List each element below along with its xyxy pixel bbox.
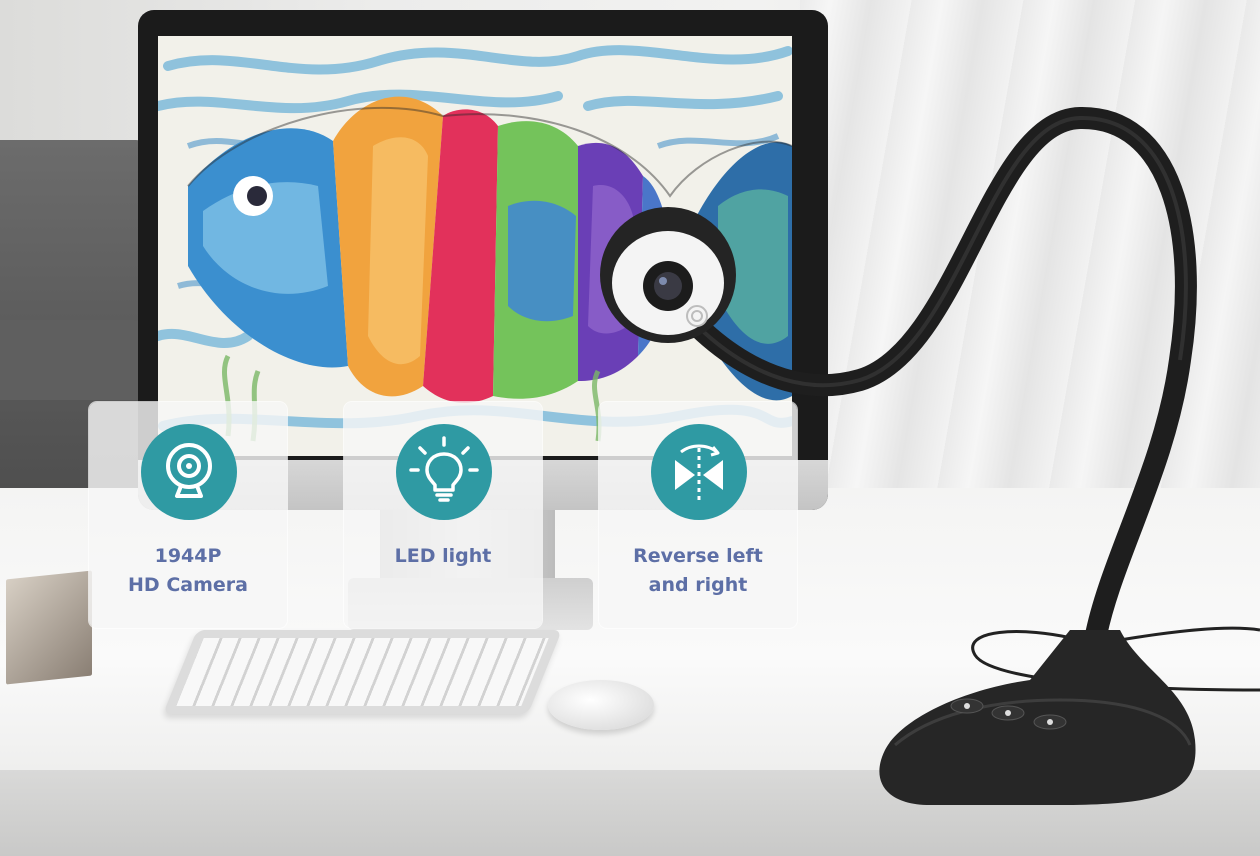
feature-card-led: LED light — [344, 402, 542, 628]
feature-label: 1944P HD Camera — [128, 545, 248, 596]
feature-card-mirror: Reverse left and right — [599, 402, 797, 628]
feature-label: LED light — [394, 545, 492, 567]
feature-label: Reverse left and right — [633, 545, 763, 596]
mirror-flip-icon — [651, 424, 747, 520]
webcam-icon — [141, 424, 237, 520]
feature-card-camera: 1944P HD Camera — [89, 402, 287, 628]
product-photo: 1944P HD Camera LED light Reverse left a… — [0, 0, 1260, 856]
lightbulb-icon — [396, 424, 492, 520]
